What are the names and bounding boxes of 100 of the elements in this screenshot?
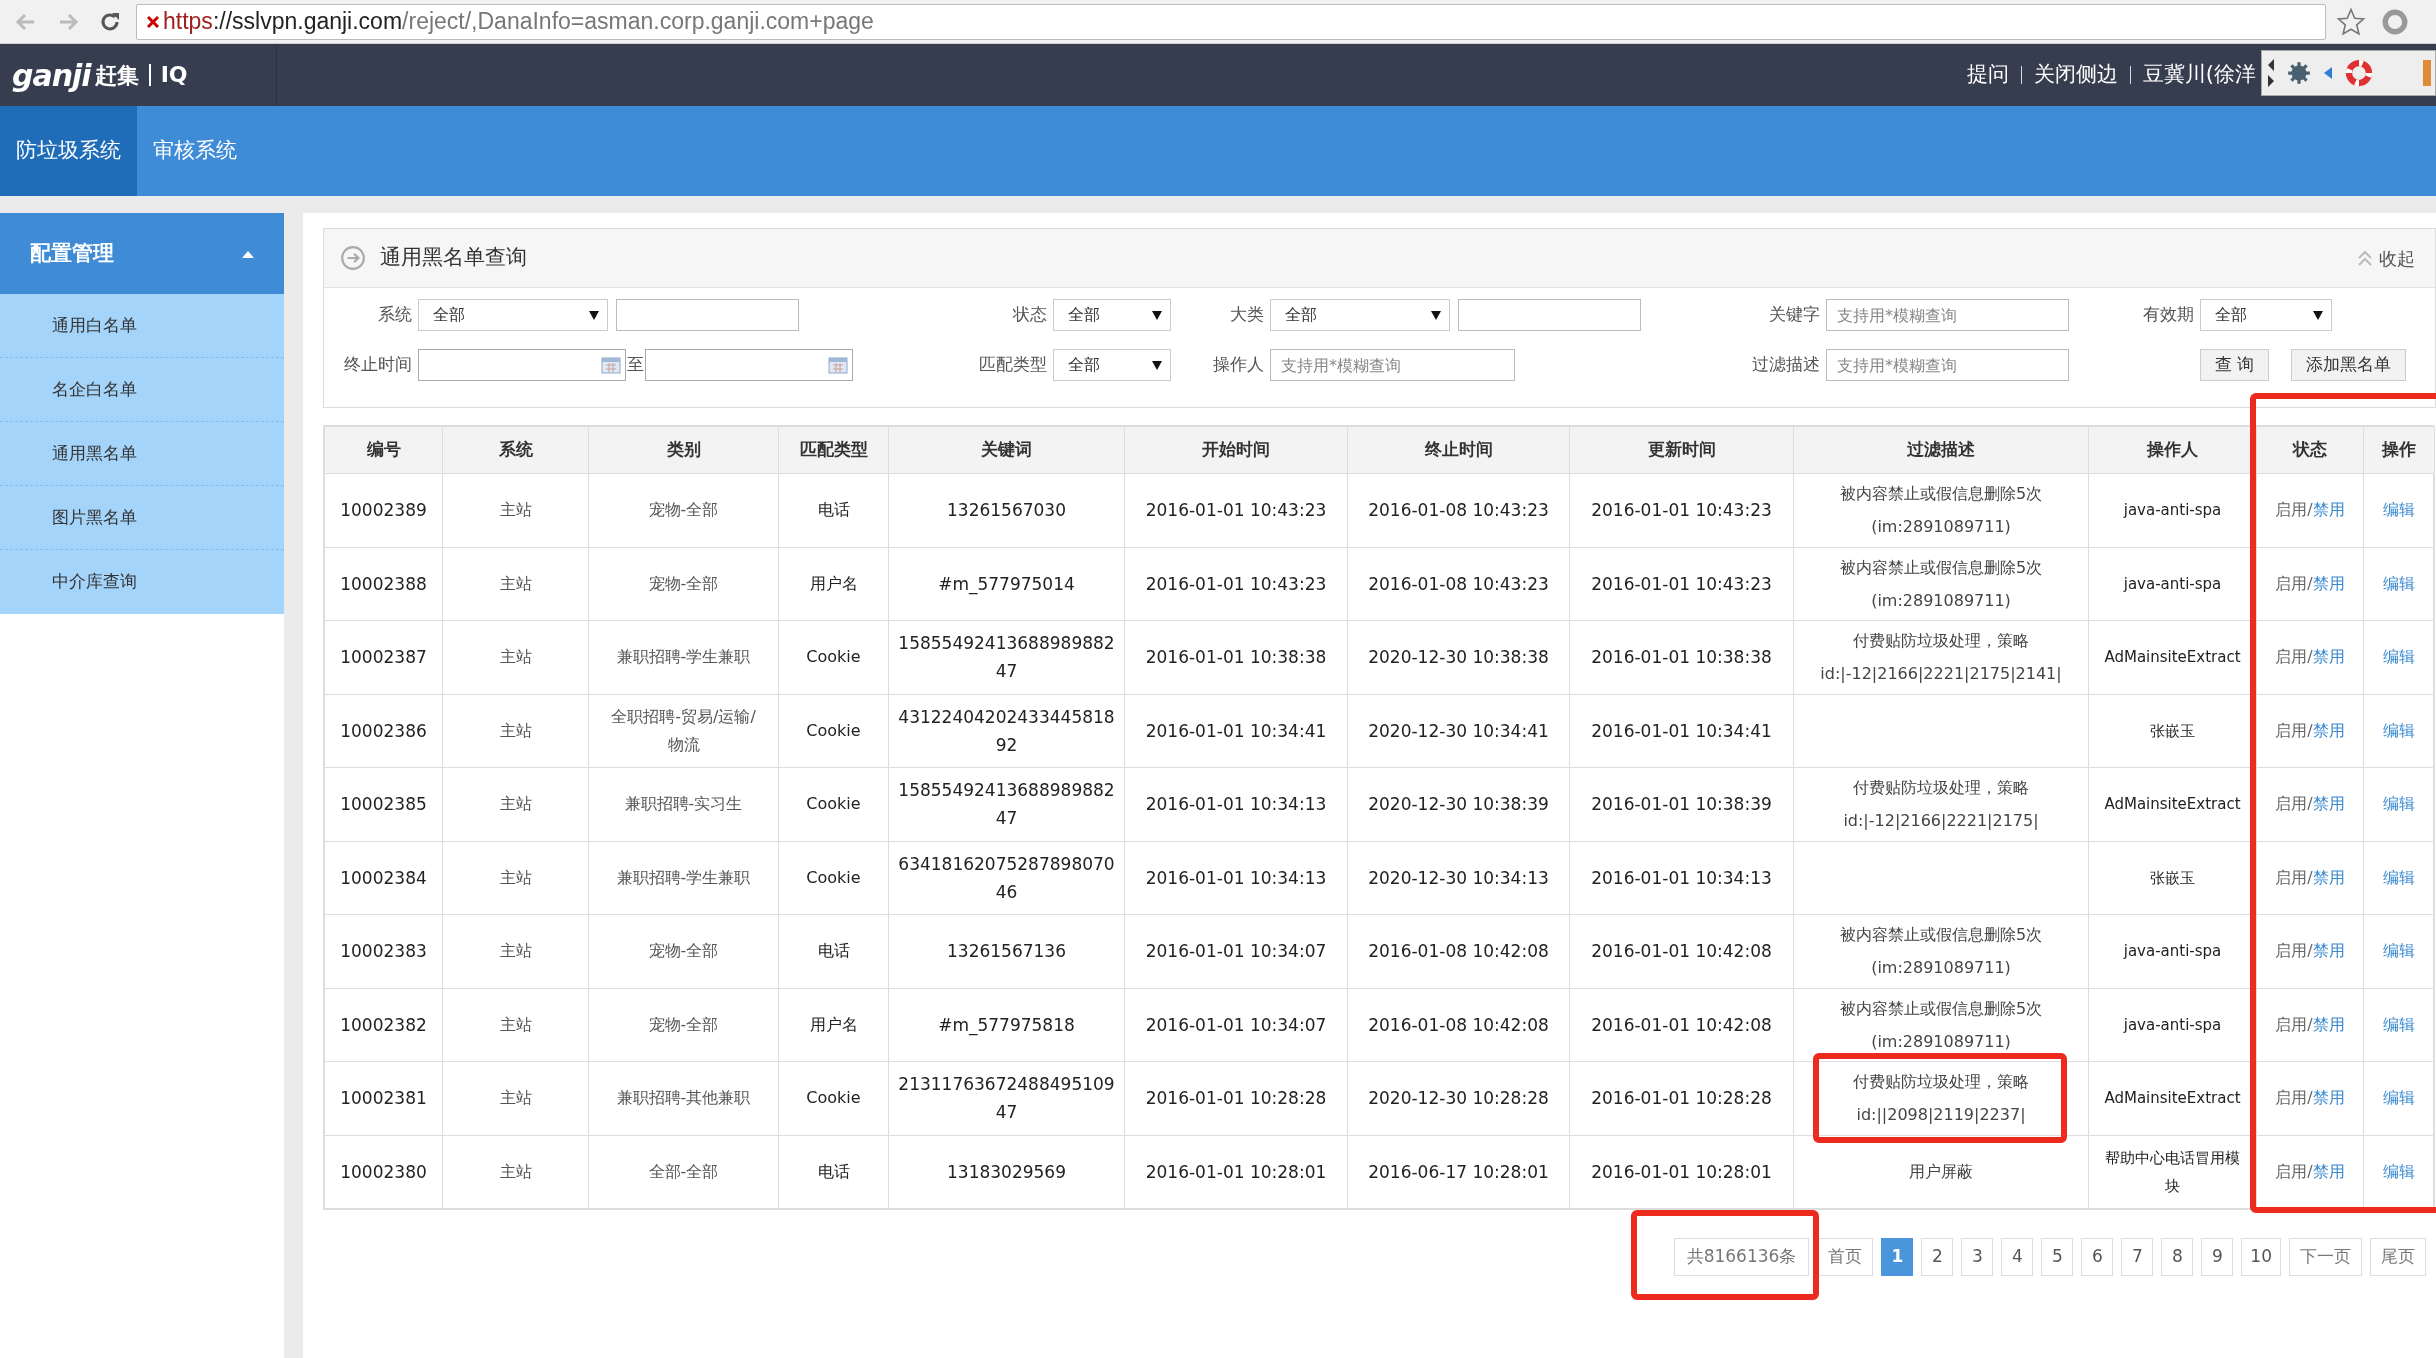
header-link[interactable]: 提问 (1966, 59, 2009, 91)
status-text: 启用/ (2275, 941, 2313, 961)
page-button[interactable]: 1 (1881, 1238, 1914, 1276)
table-cell: 2016-01-01 10:28:01 (1124, 1135, 1348, 1209)
table-cell: 2016-01-01 10:43:23 (1569, 547, 1794, 621)
input-field[interactable] (1458, 299, 1641, 331)
edit-link[interactable]: 编辑 (2383, 573, 2415, 593)
page-button[interactable]: 9 (2201, 1238, 2234, 1276)
user-link[interactable]: 豆冀川(徐洋 (2142, 59, 2256, 91)
edit-link[interactable]: 编辑 (2383, 1014, 2415, 1034)
table-cell: 10002383 (324, 914, 443, 988)
filter-label: 状态 (1012, 303, 1047, 327)
collapse-link[interactable]: 收起 (2379, 244, 2415, 272)
dropdown-arrow-icon (1431, 310, 1441, 320)
page-button[interactable]: 6 (2081, 1238, 2114, 1276)
table-cell: java-anti-spa (2088, 473, 2257, 547)
disable-link[interactable]: 禁用 (2312, 500, 2345, 520)
table-cell: AdMainsiteExtract (2088, 767, 2257, 841)
page-button[interactable]: 5 (2041, 1238, 2074, 1276)
select-field[interactable]: 全部 (1270, 299, 1450, 331)
page-button[interactable]: 8 (2161, 1238, 2194, 1276)
button[interactable]: 添加黑名单 (2291, 349, 2407, 381)
lifebuoy-icon[interactable] (2344, 58, 2374, 88)
arrow-circle-icon (340, 245, 366, 271)
table-cell: 10002381 (324, 1061, 443, 1135)
select-field[interactable]: 全部 (418, 299, 608, 331)
table-cell: 帮助中心电话冒用模块 (2088, 1135, 2257, 1209)
filter-label: 终止时间 (343, 353, 412, 377)
disable-link[interactable]: 禁用 (2312, 867, 2345, 887)
input-field[interactable]: 支持用*模糊查询 (1826, 349, 2069, 381)
date-field[interactable] (645, 349, 853, 381)
header-link[interactable]: 关闭侧边 (2033, 59, 2118, 91)
edit-link[interactable]: 编辑 (2383, 500, 2415, 520)
input-field[interactable]: 支持用*模糊查询 (1826, 299, 2069, 331)
table-cell: 主站 (442, 767, 589, 841)
disable-link[interactable]: 禁用 (2312, 720, 2345, 740)
table-cell: 6341816207528789807046 (888, 841, 1125, 915)
table-cell: 兼职招聘-学生兼职 (588, 841, 779, 915)
input-field[interactable] (616, 299, 799, 331)
edit-link[interactable]: 编辑 (2383, 794, 2415, 814)
edit-link[interactable]: 编辑 (2383, 941, 2415, 961)
table-cell: 主站 (442, 988, 589, 1062)
sidebar-item[interactable]: 通用白名单 (0, 294, 284, 358)
sidebar-title: 配置管理 (30, 239, 114, 267)
table-cell: 2020-12-30 10:34:41 (1347, 694, 1570, 768)
disable-link[interactable]: 禁用 (2312, 1161, 2345, 1181)
select-field[interactable]: 全部 (1053, 299, 1171, 331)
table-cell: 13261567030 (888, 473, 1125, 547)
extension-icon[interactable] (2382, 8, 2408, 35)
disable-link[interactable]: 禁用 (2312, 1014, 2345, 1034)
button[interactable]: 查 询 (2200, 349, 2270, 381)
page-button[interactable]: 3 (1961, 1238, 1994, 1276)
triangle-icon[interactable] (2322, 65, 2334, 81)
table-cell: Cookie (778, 767, 889, 841)
select-field[interactable]: 全部 (1053, 349, 1171, 381)
page-button[interactable]: 4 (2001, 1238, 2034, 1276)
gear-icon[interactable] (2286, 60, 2312, 86)
sidebar-item[interactable]: 名企白名单 (0, 358, 284, 422)
edit-link[interactable]: 编辑 (2383, 720, 2415, 740)
edit-link[interactable]: 编辑 (2383, 647, 2415, 667)
nav-tab[interactable]: 审核系统 (137, 106, 253, 196)
table-cell: 主站 (442, 1061, 589, 1135)
table-cell: 2016-01-01 10:43:23 (1124, 547, 1348, 621)
page-button[interactable]: 7 (2121, 1238, 2154, 1276)
select-field[interactable]: 全部 (2200, 299, 2332, 331)
table-cell: 付费贴防垃圾处理，策略 id:|-12|2166|2221|2175|2141| (1793, 620, 2089, 694)
table-cell: 付费贴防垃圾处理，策略 id:|-12|2166|2221|2175| (1793, 767, 2089, 841)
page-button[interactable]: 10 (2241, 1238, 2281, 1276)
edit-link[interactable]: 编辑 (2383, 1088, 2415, 1108)
double-chevron-icon[interactable] (2357, 249, 2373, 267)
sidebar-item[interactable]: 中介库查询 (0, 550, 284, 614)
disable-link[interactable]: 禁用 (2312, 794, 2345, 814)
table-cell: 2020-12-30 10:34:13 (1347, 841, 1570, 915)
edit-link[interactable]: 编辑 (2383, 867, 2415, 887)
disable-link[interactable]: 禁用 (2312, 573, 2345, 593)
sidebar-header[interactable]: 配置管理 (0, 213, 284, 294)
input-field[interactable]: 支持用*模糊查询 (1270, 349, 1515, 381)
range-separator: 至 (627, 353, 644, 377)
edit-link[interactable]: 编辑 (2383, 1161, 2415, 1181)
first-page-button[interactable]: 首页 (1817, 1238, 1874, 1276)
disable-link[interactable]: 禁用 (2312, 647, 2345, 667)
table-cell: 用户屏蔽 (1793, 1135, 2089, 1209)
page-button[interactable]: 2 (1921, 1238, 1954, 1276)
table-cell: 2016-01-01 10:34:13 (1124, 841, 1348, 915)
table-cell: AdMainsiteExtract (2088, 620, 2257, 694)
sidebar-item[interactable]: 通用黑名单 (0, 422, 284, 486)
star-icon[interactable] (2336, 6, 2366, 37)
table-cell: java-anti-spa (2088, 914, 2257, 988)
status-text: 启用/ (2275, 573, 2313, 593)
nav-tab[interactable]: 防垃圾系统 (0, 106, 137, 196)
sidebar-item[interactable]: 图片黑名单 (0, 486, 284, 550)
disable-link[interactable]: 禁用 (2312, 1088, 2345, 1108)
date-field[interactable] (418, 349, 626, 381)
last-page-button[interactable]: 尾页 (2370, 1238, 2426, 1276)
disable-link[interactable]: 禁用 (2312, 941, 2345, 961)
calendar-icon (601, 356, 621, 374)
table-cell: AdMainsiteExtract (2088, 1061, 2257, 1135)
address-bar[interactable]: https://sslvpn.ganji.com/reject/,DanaInfo=asman.corp.ganji.com+page (136, 3, 2326, 40)
next-page-button[interactable]: 下一页 (2289, 1238, 2362, 1276)
calendar-icon (828, 356, 848, 374)
